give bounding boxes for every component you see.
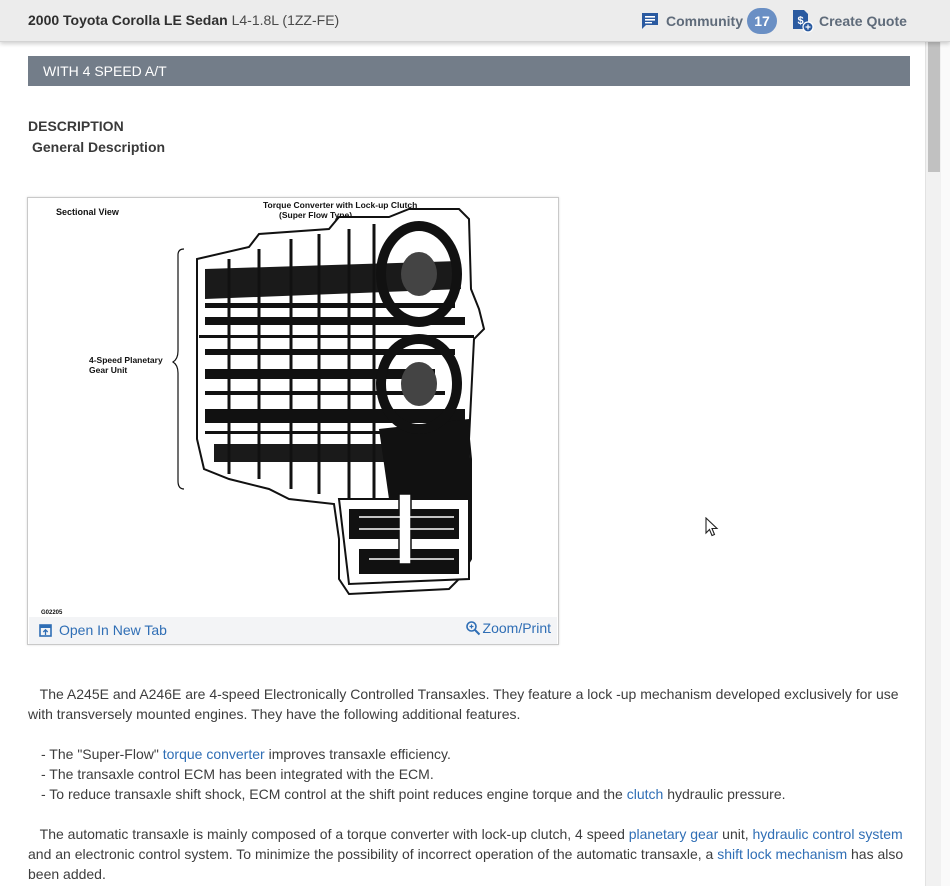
feature-text: improves transaxle efficiency. [264,746,451,762]
create-quote-label: Create Quote [819,13,907,29]
planetary-gear-link[interactable]: planetary gear [629,826,719,842]
label-planetary: 4-Speed Planetary [89,355,163,365]
composition-text: The automatic transaxle is mainly compos… [39,826,629,842]
feature-item: - To reduce transaxle shift shock, ECM c… [41,784,786,804]
label-sectional-view: Sectional View [56,207,120,217]
feature-text: - To reduce transaxle shift shock, ECM c… [41,786,627,802]
label-gear-unit: Gear Unit [89,365,127,375]
composition-paragraph: The automatic transaxle is mainly compos… [28,824,910,884]
composition-text: and an electronic control system. To min… [28,846,718,862]
section-header: WITH 4 SPEED A/T [28,56,910,86]
page-scrollbar[interactable] [925,42,950,886]
vehicle-title: 2000 Toyota Corolla LE Sedan L4-1.8L (1Z… [28,12,339,28]
figure-footer: Open In New Tab Zoom/Print [29,617,557,644]
open-in-new-tab-link[interactable]: Open In New Tab [39,622,167,638]
features-list: - The "Super-Flow" torque converter impr… [41,744,786,804]
scrollbar-thumb[interactable] [928,42,940,172]
zoom-print-link[interactable]: Zoom/Print [465,620,551,636]
feature-text: - The "Super-Flow" [41,746,163,762]
label-figure-code: G02205 [41,610,63,616]
transaxle-body [196,208,486,596]
community-count-badge: 17 [747,8,777,34]
open-new-tab-icon [39,623,52,637]
chat-bubble-icon [642,13,658,29]
figure-card: Sectional View Torque Converter with Loc… [27,197,559,645]
top-bar: 2000 Toyota Corolla LE Sedan L4-1.8L (1Z… [0,0,950,42]
open-in-new-tab-label: Open In New Tab [59,622,167,638]
community-label: Community [666,13,743,29]
description-subheading: General Description [32,139,166,155]
feature-text: hydraulic pressure. [663,786,786,802]
label-torque-converter: Torque Converter with Lock-up Clutch [263,200,417,210]
composition-text: unit, [718,826,753,842]
clutch-link[interactable]: clutch [627,786,664,802]
zoom-in-icon [465,621,480,636]
feature-text: - The transaxle control ECM has been int… [41,766,434,782]
feature-item: - The "Super-Flow" torque converter impr… [41,744,786,764]
community-button[interactable]: Community 17 [640,8,777,34]
mouse-cursor-icon [705,517,719,537]
intro-text: The A245E and A246E are 4-speed Electron… [28,686,899,722]
dollar-document-plus-icon: $ [793,10,814,33]
torque-converter-link[interactable]: torque converter [163,746,265,762]
shift-lock-mechanism-link[interactable]: shift lock mechanism [717,846,847,862]
vehicle-engine: L4-1.8L (1ZZ-FE) [231,12,340,28]
hydraulic-control-system-link[interactable]: hydraulic control system [753,826,903,842]
create-quote-button[interactable]: $ Create Quote [792,8,907,34]
vehicle-name: 2000 Toyota Corolla LE Sedan [28,12,228,28]
zoom-print-label: Zoom/Print [482,620,551,636]
intro-paragraph: The A245E and A246E are 4-speed Electron… [28,684,910,724]
planetary-bracket [171,248,185,490]
scrollbar-track[interactable] [941,42,950,886]
transaxle-diagram-svg: Sectional View Torque Converter with Loc… [41,200,486,616]
svg-text:$: $ [797,15,803,27]
description-heading: DESCRIPTION [28,118,124,134]
feature-item: - The transaxle control ECM has been int… [41,764,786,784]
sectional-view-diagram[interactable]: Sectional View Torque Converter with Loc… [29,199,557,617]
